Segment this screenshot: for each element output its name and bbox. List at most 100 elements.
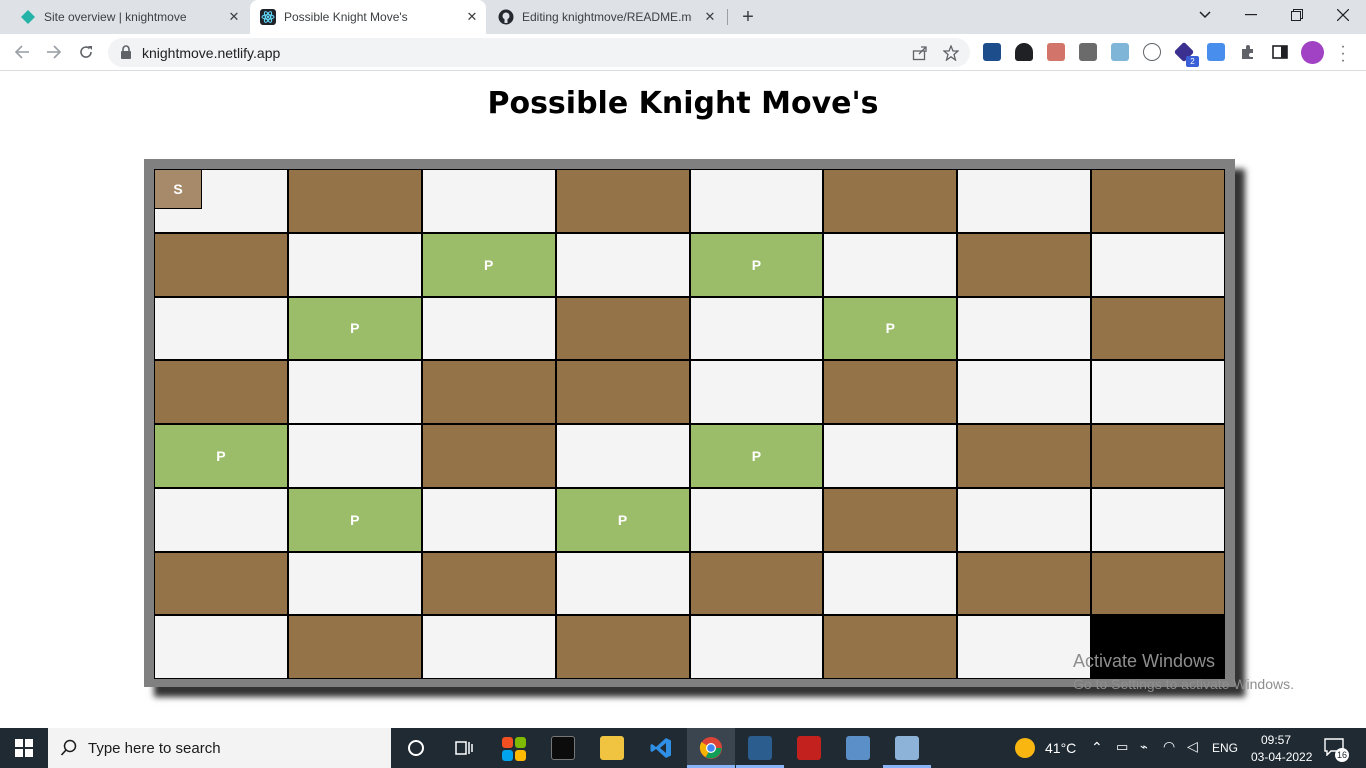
- tab-editing-readme[interactable]: Editing knightmove/README.md ✕: [488, 0, 724, 34]
- close-tab-icon[interactable]: ✕: [226, 9, 242, 25]
- lock-icon[interactable]: [120, 45, 132, 64]
- board-square[interactable]: [823, 487, 958, 552]
- board-square[interactable]: [287, 232, 422, 297]
- address-bar[interactable]: knightmove.netlify.app: [108, 38, 970, 67]
- board-square[interactable]: [287, 615, 422, 679]
- board-square[interactable]: [823, 360, 958, 424]
- board-square[interactable]: [957, 551, 1092, 616]
- extension-icon[interactable]: [1047, 43, 1065, 61]
- forward-icon[interactable]: [42, 40, 66, 64]
- board-square[interactable]: [555, 551, 690, 616]
- board-square[interactable]: [823, 232, 958, 297]
- extension-icon[interactable]: [1207, 43, 1225, 61]
- board-square[interactable]: [1091, 487, 1225, 552]
- board-square[interactable]: [154, 232, 288, 297]
- board-square[interactable]: [689, 360, 824, 424]
- board-square[interactable]: [823, 169, 958, 233]
- angular-extension-icon[interactable]: [1015, 43, 1033, 61]
- back-icon[interactable]: [10, 40, 34, 64]
- clock-time[interactable]: 09:57: [1261, 733, 1291, 747]
- board-square[interactable]: [154, 551, 288, 616]
- board-square[interactable]: [421, 424, 556, 488]
- board-square[interactable]: [154, 296, 288, 361]
- board-square[interactable]: [957, 169, 1092, 233]
- board-square[interactable]: [154, 360, 288, 424]
- file-explorer-icon[interactable]: [600, 736, 624, 760]
- board-square[interactable]: [555, 424, 690, 488]
- knight-start-square[interactable]: S: [154, 169, 202, 209]
- board-square[interactable]: [689, 551, 824, 616]
- restore-icon[interactable]: [1274, 0, 1320, 30]
- weather-sun-icon[interactable]: [1015, 738, 1035, 758]
- possible-move-square[interactable]: P: [689, 232, 824, 297]
- board-square[interactable]: [287, 551, 422, 616]
- share-icon[interactable]: [911, 44, 929, 62]
- possible-move-square[interactable]: P: [154, 424, 288, 488]
- close-window-icon[interactable]: [1320, 0, 1366, 30]
- board-square[interactable]: [555, 169, 690, 233]
- board-square[interactable]: [421, 615, 556, 679]
- board-square[interactable]: [154, 487, 288, 552]
- tab-possible-knight-moves[interactable]: Possible Knight Move's ✕: [250, 0, 486, 34]
- extension-icon[interactable]: [1143, 43, 1161, 61]
- board-square[interactable]: [555, 615, 690, 679]
- possible-move-square[interactable]: P: [287, 487, 422, 552]
- board-square[interactable]: [421, 360, 556, 424]
- close-tab-icon[interactable]: ✕: [464, 9, 480, 25]
- board-square[interactable]: [1091, 551, 1225, 616]
- possible-move-square[interactable]: P: [555, 487, 690, 552]
- profile-avatar[interactable]: [1301, 41, 1324, 64]
- board-square[interactable]: [287, 360, 422, 424]
- board-square[interactable]: [555, 296, 690, 361]
- react-devtools-extension-icon[interactable]: [983, 43, 1001, 61]
- board-square[interactable]: [1091, 424, 1225, 488]
- vscode-icon[interactable]: [649, 736, 673, 760]
- extension-icon[interactable]: [1111, 43, 1129, 61]
- board-square[interactable]: [957, 487, 1092, 552]
- board-square[interactable]: [823, 551, 958, 616]
- wifi-icon[interactable]: ◠: [1163, 738, 1175, 755]
- board-square[interactable]: [421, 487, 556, 552]
- board-square[interactable]: [957, 232, 1092, 297]
- acrobat-icon[interactable]: [797, 736, 821, 760]
- windows-start-icon[interactable]: [0, 728, 48, 768]
- taskbar-search-input[interactable]: Type here to search: [48, 728, 391, 768]
- language-indicator[interactable]: ENG: [1212, 741, 1238, 755]
- board-square[interactable]: [957, 424, 1092, 488]
- minimize-icon[interactable]: [1228, 0, 1274, 30]
- board-square[interactable]: [287, 424, 422, 488]
- c-extension-icon[interactable]: [1079, 43, 1097, 61]
- board-square[interactable]: [421, 296, 556, 361]
- reload-icon[interactable]: [74, 40, 98, 64]
- board-square[interactable]: [689, 169, 824, 233]
- tray-chevron-icon[interactable]: ⌃: [1091, 739, 1103, 756]
- board-square[interactable]: [1091, 360, 1225, 424]
- battery-icon[interactable]: ⌁: [1140, 739, 1148, 755]
- board-square[interactable]: [823, 615, 958, 679]
- possible-move-square[interactable]: P: [689, 424, 824, 488]
- board-square[interactable]: [1091, 296, 1225, 361]
- weather-temperature[interactable]: 41°C: [1045, 740, 1076, 756]
- board-square[interactable]: [1091, 232, 1225, 297]
- possible-move-square[interactable]: P: [421, 232, 556, 297]
- board-square[interactable]: [957, 360, 1092, 424]
- terminal-icon[interactable]: [551, 736, 575, 760]
- close-tab-icon[interactable]: ✕: [702, 9, 718, 25]
- board-square[interactable]: [555, 360, 690, 424]
- board-square[interactable]: [957, 296, 1092, 361]
- chrome-icon[interactable]: [699, 736, 723, 760]
- board-square[interactable]: [421, 551, 556, 616]
- board-square[interactable]: [689, 296, 824, 361]
- clock-date[interactable]: 03-04-2022: [1251, 750, 1312, 764]
- board-square[interactable]: [421, 169, 556, 233]
- side-panel-icon[interactable]: [1271, 43, 1289, 61]
- tab-search-chevron-icon[interactable]: [1182, 0, 1228, 30]
- task-view-icon[interactable]: [452, 736, 476, 760]
- board-square[interactable]: [1091, 169, 1225, 233]
- board-square[interactable]: [287, 169, 422, 233]
- new-tab-icon[interactable]: +: [737, 6, 759, 28]
- board-square[interactable]: [555, 232, 690, 297]
- bookmark-star-icon[interactable]: [942, 44, 960, 62]
- board-square[interactable]: [689, 487, 824, 552]
- board-square[interactable]: [957, 615, 1092, 679]
